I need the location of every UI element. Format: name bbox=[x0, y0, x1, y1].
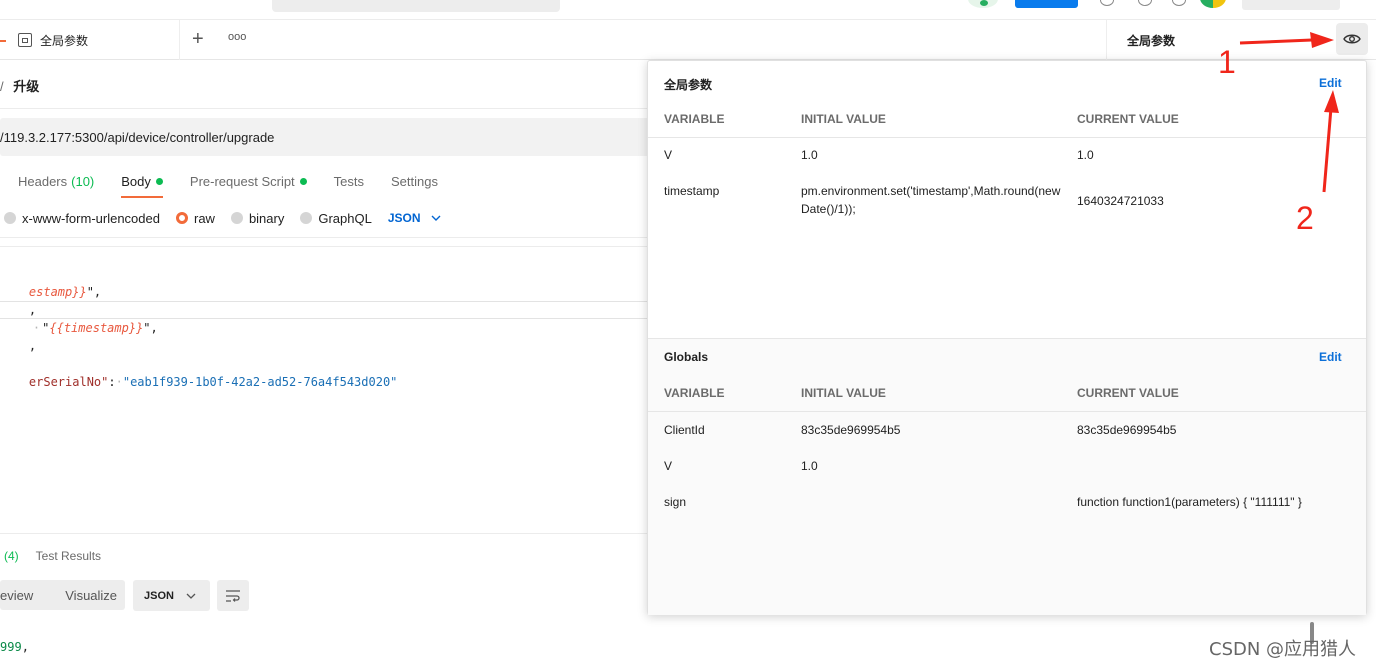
annotation-arrowhead-1 bbox=[1310, 32, 1334, 48]
annotation-label-2: 2 bbox=[1296, 200, 1314, 236]
annotation-arrows bbox=[1239, 32, 1339, 193]
annotation-arrow-2 bbox=[1322, 107, 1333, 193]
annotation-arrow-1 bbox=[1239, 38, 1313, 45]
annotation-arrowhead-2 bbox=[1324, 90, 1339, 113]
annotation-label-1: 1 bbox=[1218, 44, 1236, 80]
watermark: CSDN @应用猎人 bbox=[1209, 639, 1357, 660]
